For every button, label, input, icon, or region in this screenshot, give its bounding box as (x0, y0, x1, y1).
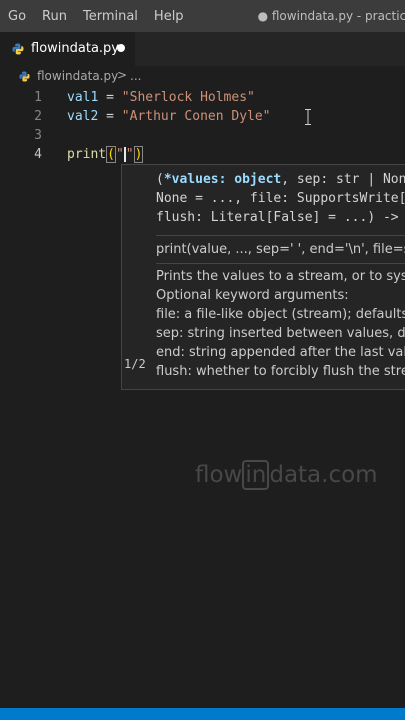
signature-part: , sep: str | None (281, 172, 405, 187)
code-line: 4 print(" ") (0, 145, 405, 164)
code-line: 1 val1 = "Sherlock Holmes" (0, 88, 405, 107)
signature-part: flush: Literal[False] = ...) -> N (156, 210, 405, 225)
code-line: 2 val2 = "Arthur Conen Dyle" (0, 107, 405, 126)
menu-help[interactable]: Help (146, 9, 192, 24)
watermark-text: in (242, 460, 270, 490)
menu-terminal[interactable]: Terminal (75, 9, 146, 24)
assign-operator: = (98, 109, 122, 124)
variable-name: val2 (67, 109, 99, 124)
tab-flowindata[interactable]: flowindata.py (0, 32, 135, 66)
breadcrumb-separator: > (117, 68, 128, 82)
unsaved-dot-icon[interactable] (117, 44, 125, 52)
line-number: 2 (34, 109, 42, 124)
string-literal: "Arthur Conen Dyle" (121, 109, 271, 124)
line-number: 1 (34, 90, 42, 105)
python-icon (19, 71, 30, 82)
variable-name: val1 (67, 90, 99, 105)
call-signature: print(value, ..., sep=' ', end='\n', fil… (156, 242, 405, 257)
code-line: 3 (0, 126, 405, 145)
string-quote: " (125, 147, 134, 162)
string-literal: "Sherlock Holmes" (121, 90, 255, 105)
breadcrumb: flowindata.py > ... (0, 66, 405, 88)
watermark-text: flow (195, 462, 243, 488)
status-bar (0, 708, 405, 720)
doc-line: sep: string inserted between values, def… (156, 326, 405, 341)
doc-line: flush: whether to forcibly flush the str… (156, 364, 405, 379)
line-number: 4 (34, 147, 42, 162)
divider (156, 235, 405, 236)
signature-open-paren: ( (156, 172, 164, 187)
bracket-open: ( (106, 146, 116, 163)
menu-go[interactable]: Go (0, 9, 34, 24)
menu-bar: Go Run Terminal Help ● flowindata.py - p… (0, 0, 405, 32)
divider (156, 263, 405, 264)
watermark-text: data.com (269, 462, 378, 488)
menu-run[interactable]: Run (34, 9, 75, 24)
doc-line: file: a file-like object (stream); defau… (156, 307, 405, 322)
signature-part: None = ..., file: SupportsWrite[s (156, 191, 405, 206)
tab-bar: flowindata.py (0, 32, 405, 66)
assign-operator: = (98, 90, 122, 105)
bracket-close: ) (133, 146, 144, 163)
breadcrumb-file[interactable]: flowindata.py (37, 69, 118, 83)
python-icon (12, 43, 24, 55)
doc-line: Optional keyword arguments: (156, 288, 349, 303)
doc-line: Prints the values to a stream, or to sys… (156, 269, 405, 284)
tab-label: flowindata.py (31, 41, 119, 56)
function-name: print (67, 147, 107, 162)
active-parameter: *values: object (163, 172, 282, 187)
window-title: ● flowindata.py - practice_code (257, 9, 405, 23)
watermark-logo: flow in data.com (195, 460, 378, 490)
overload-counter[interactable]: 1/2 (124, 357, 146, 371)
line-number: 3 (34, 128, 42, 143)
signature-text: (*values: object, sep: str | None None =… (156, 170, 405, 227)
ibeam-cursor-icon (305, 109, 311, 125)
breadcrumb-symbols[interactable]: ... (130, 69, 141, 83)
doc-line: end: string appended after the last valu… (156, 345, 405, 360)
signature-help-popup: (*values: object, sep: str | None None =… (121, 164, 405, 390)
string-quote: " (115, 147, 124, 162)
